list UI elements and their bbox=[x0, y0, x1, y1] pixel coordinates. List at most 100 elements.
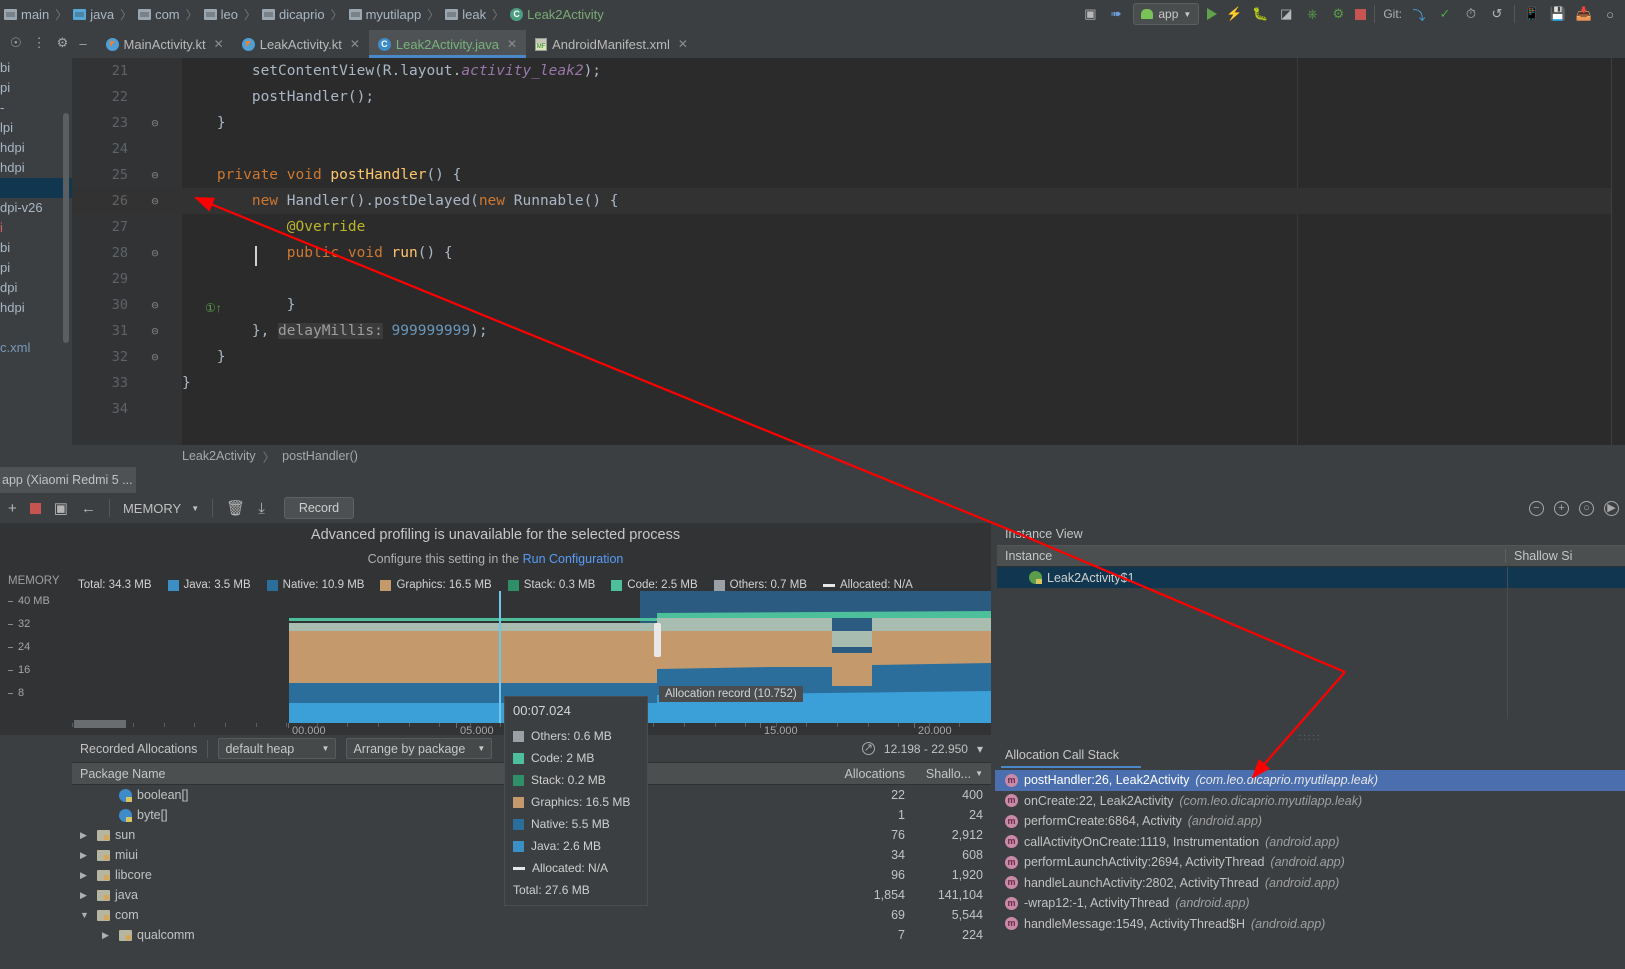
call-stack-frame[interactable]: m callActivityOnCreate:1119, Instrumentat… bbox=[995, 832, 1625, 853]
run-with-coverage-icon[interactable]: ⚙ bbox=[1329, 5, 1347, 23]
breadcrumb-item-myutilapp[interactable]: 〉 myutilapp bbox=[325, 6, 422, 23]
debug-icon[interactable]: 🐛 bbox=[1251, 5, 1269, 23]
commit-icon[interactable]: ✓ bbox=[1436, 5, 1454, 23]
open-tool-window-icon[interactable]: ▣ bbox=[1081, 5, 1099, 23]
code-line-24[interactable]: 24 bbox=[72, 136, 1625, 162]
device-file-explorer-icon[interactable]: 📥 bbox=[1575, 5, 1593, 23]
breadcrumb-method[interactable]: postHandler() bbox=[282, 449, 358, 463]
code-editor[interactable]: 21 setContentView(R.layout.activity_leak… bbox=[72, 58, 1625, 445]
breadcrumb-item-leo[interactable]: 〉 leo bbox=[180, 6, 238, 23]
project-tree-item[interactable]: hdpi bbox=[0, 138, 72, 158]
project-tree-item[interactable] bbox=[0, 178, 72, 198]
project-tree-item[interactable]: bi bbox=[0, 58, 72, 78]
avd-manager-icon[interactable]: 📱 bbox=[1523, 5, 1541, 23]
code-line-30[interactable]: 30 ⊖ } bbox=[72, 292, 1625, 318]
breadcrumb-item-java[interactable]: 〉 java bbox=[49, 6, 114, 23]
gear-icon[interactable]: ⚙ bbox=[57, 35, 69, 51]
undo-icon[interactable]: ↺ bbox=[1488, 5, 1506, 23]
close-icon[interactable]: ✕ bbox=[678, 37, 688, 51]
expand-arrow-icon[interactable]: ▶ bbox=[102, 930, 114, 941]
add-icon[interactable]: + bbox=[8, 500, 17, 517]
expand-arrow-icon[interactable]: ▶ bbox=[80, 890, 92, 901]
close-icon[interactable]: ✕ bbox=[214, 37, 224, 51]
call-stack-frame[interactable]: m performCreate:6864, Activity (android.ap… bbox=[995, 811, 1625, 832]
table-row[interactable]: ▶ qualcomm 7 224 bbox=[72, 925, 991, 945]
reset-zoom-icon[interactable]: ○ bbox=[1579, 500, 1594, 516]
expand-arrow-icon[interactable]: ▶ bbox=[80, 850, 92, 861]
code-line-28[interactable]: 28 ⊖ public void run() { bbox=[72, 240, 1625, 266]
close-icon[interactable]: ✕ bbox=[507, 37, 517, 51]
project-tree-item[interactable]: lpi bbox=[0, 118, 72, 138]
project-tree-item[interactable]: c.xml bbox=[0, 338, 72, 358]
collapse-all-icon[interactable]: ⋮ bbox=[33, 35, 46, 51]
history-icon[interactable]: ⏱ bbox=[1462, 5, 1480, 23]
split-icon[interactable]: ▣ bbox=[54, 499, 68, 517]
code-fold-icon[interactable]: ⊖ bbox=[128, 318, 182, 344]
update-project-icon[interactable]: ⤵ bbox=[1410, 5, 1428, 23]
search-icon[interactable]: ○ bbox=[1601, 5, 1619, 23]
code-line-22[interactable]: 22 postHandler(); bbox=[72, 84, 1625, 110]
instance-table-body[interactable] bbox=[997, 567, 1625, 719]
code-line-34[interactable]: 34 bbox=[72, 396, 1625, 422]
allocation-record-marker[interactable]: Allocation record (10.752) bbox=[659, 686, 803, 702]
editor-scroll-marker-strip[interactable] bbox=[1611, 58, 1625, 445]
column-shallow-size[interactable]: Shallow Si bbox=[1505, 549, 1625, 563]
breadcrumb-class[interactable]: Leak2Activity bbox=[182, 449, 256, 463]
run-configuration-link[interactable]: Run Configuration bbox=[523, 552, 624, 566]
code-line-32[interactable]: 32 ⊖ } bbox=[72, 344, 1625, 370]
code-line-31[interactable]: 31 ⊖ }, delayMillis: 999999999); bbox=[72, 318, 1625, 344]
project-tree-item[interactable]: pi bbox=[0, 78, 72, 98]
code-line-26[interactable]: 26 ⊖ new Handler().postDelayed(new Runnab… bbox=[72, 188, 1625, 214]
breadcrumb-item-main[interactable]: main bbox=[0, 7, 49, 22]
attach-to-live-icon[interactable]: ▶ bbox=[1604, 500, 1619, 516]
code-line-27[interactable]: 27 @Override bbox=[72, 214, 1625, 240]
build-hammer-icon[interactable]: ➠ bbox=[1107, 5, 1125, 23]
filter-icon[interactable]: ▾ bbox=[977, 742, 983, 756]
editor-tab-androidmanifest-xml[interactable]: AndroidManifest.xml ✕ bbox=[526, 30, 697, 58]
expand-arrow-icon[interactable]: ▶ bbox=[80, 830, 92, 841]
editor-tab-mainactivity-kt[interactable]: MainActivity.kt ✕ bbox=[97, 30, 233, 58]
call-stack-frame[interactable]: m handleMessage:1549, ActivityThread$H (an… bbox=[995, 914, 1625, 935]
column-shallow[interactable]: Shallo... ▼ bbox=[905, 767, 991, 781]
code-line-25[interactable]: 25 ⊖ private void postHandler() { bbox=[72, 162, 1625, 188]
call-stack-frame[interactable]: m -wrap12:-1, ActivityThread (android.app) bbox=[995, 893, 1625, 914]
code-fold-icon[interactable]: ⊖ bbox=[128, 292, 182, 318]
export-capture-icon[interactable]: ⤓ bbox=[258, 500, 265, 517]
code-fold-icon[interactable]: ⊖ bbox=[128, 240, 182, 266]
instance-column-separator[interactable] bbox=[1507, 567, 1508, 719]
table-row[interactable]: ▼ com 69 5,544 bbox=[72, 905, 991, 925]
hide-icon[interactable]: – bbox=[79, 36, 86, 51]
zoom-in-icon[interactable]: + bbox=[1554, 500, 1569, 516]
project-tree-item[interactable]: dpi-v26 bbox=[0, 198, 72, 218]
code-fold-icon[interactable]: ⊖ bbox=[128, 188, 182, 214]
column-allocations[interactable]: Allocations bbox=[815, 767, 905, 781]
stop-icon[interactable] bbox=[1355, 8, 1367, 20]
call-stack-frame[interactable]: m performLaunchActivity:2694, ActivityThr… bbox=[995, 852, 1625, 873]
column-instance[interactable]: Instance bbox=[997, 549, 1505, 563]
arrange-selector[interactable]: Arrange by package ▼ bbox=[346, 738, 493, 759]
close-icon[interactable]: ✕ bbox=[350, 37, 360, 51]
trash-icon[interactable]: 🗑 bbox=[226, 499, 245, 517]
breadcrumb-item-com[interactable]: 〉 com bbox=[114, 6, 180, 23]
breadcrumb-item-dicaprio[interactable]: 〉 dicaprio bbox=[238, 6, 325, 23]
code-line-21[interactable]: 21 setContentView(R.layout.activity_leak… bbox=[72, 58, 1625, 84]
editor-tab-leakactivity-kt[interactable]: LeakActivity.kt ✕ bbox=[233, 30, 369, 58]
code-lines[interactable]: 21 setContentView(R.layout.activity_leak… bbox=[72, 58, 1625, 445]
run-config-selector[interactable]: app ▼ bbox=[1133, 3, 1200, 25]
profiler-session-tab[interactable]: app (Xiaomi Redmi 5 ... bbox=[0, 467, 136, 493]
project-tree-panel[interactable]: bi pi - lpi hdpi hdpi dpi-v26 i bi pi dpi hdpi c.xml bbox=[0, 58, 72, 445]
project-tree-item[interactable]: bi bbox=[0, 238, 72, 258]
call-stack-frame[interactable]: m postHandler:26, Leak2Activity (com.leo.d… bbox=[995, 770, 1625, 791]
locate-icon[interactable]: ☉ bbox=[10, 35, 22, 51]
selection-handle[interactable] bbox=[654, 623, 661, 657]
intention-bulb-icon[interactable]: ①↑ bbox=[205, 301, 222, 315]
project-tree-item[interactable]: dpi bbox=[0, 278, 72, 298]
horizontal-splitter[interactable]: ::::: bbox=[995, 733, 1625, 742]
project-tree-item[interactable]: - bbox=[0, 98, 72, 118]
attach-debugger-icon[interactable]: ◪ bbox=[1277, 5, 1295, 23]
zoom-out-icon[interactable]: − bbox=[1529, 500, 1544, 516]
timeline-hscrollbar[interactable] bbox=[74, 720, 126, 728]
project-tree-item[interactable]: hdpi bbox=[0, 298, 72, 318]
tab-allocation-call-stack[interactable]: Allocation Call Stack bbox=[1005, 743, 1119, 767]
call-stack-frame[interactable]: m handleLaunchActivity:2802, ActivityThre… bbox=[995, 873, 1625, 894]
